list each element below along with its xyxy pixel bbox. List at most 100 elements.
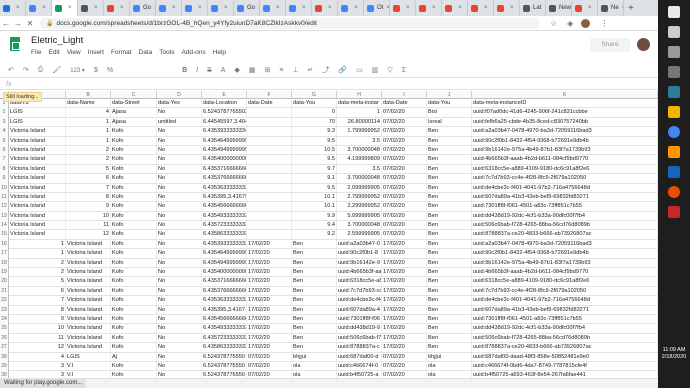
table-cell[interactable]: Kofo bbox=[111, 314, 157, 325]
table-cell[interactable]: 2.299999952 bbox=[337, 202, 382, 212]
tab-close-icon[interactable]: × bbox=[68, 5, 72, 11]
table-cell[interactable]: 17/02/20 bbox=[247, 249, 292, 259]
forward-icon[interactable]: → bbox=[12, 19, 24, 28]
table-cell[interactable]: uuid:506c6bab-f728-4265-88ba-56cd76d8089… bbox=[472, 333, 658, 344]
table-cell[interactable]: untitled bbox=[157, 117, 202, 128]
table-cell[interactable]: Victoria Island bbox=[9, 221, 66, 231]
table-cell[interactable]: uuid:4b665b3f-aaab-4b2d-b611-084cf9bd977… bbox=[472, 155, 658, 165]
table-cell[interactable]: uuid:6318cc5e-a8 bbox=[337, 277, 382, 287]
table-cell[interactable]: 6.4358633333333334,3.41832499 bbox=[202, 230, 247, 240]
back-icon[interactable]: ← bbox=[0, 19, 12, 28]
table-cell[interactable]: Ben bbox=[292, 249, 337, 259]
table-cell[interactable]: uuid:9b16142e-975a-4b49-87b1-83f7a1739b9… bbox=[472, 145, 658, 156]
row-header[interactable]: 7 bbox=[0, 155, 9, 165]
row-header[interactable]: 9 bbox=[0, 174, 9, 184]
table-cell[interactable]: 17/02/20 bbox=[382, 249, 427, 259]
table-cell[interactable]: Ben bbox=[292, 268, 337, 278]
row-header[interactable]: 15 bbox=[0, 230, 9, 240]
table-cell[interactable]: uuid:dd438d19-92dc-4cf1-b33a-90dfc00f7fb… bbox=[472, 324, 658, 334]
table-cell[interactable] bbox=[247, 145, 292, 156]
table-cell[interactable]: 6.4357233333333334,3.41800833 bbox=[202, 221, 247, 231]
function-icon[interactable]: Σ bbox=[402, 67, 406, 74]
table-cell[interactable]: Ben bbox=[427, 230, 472, 240]
row-header[interactable]: 5 bbox=[0, 136, 9, 146]
rotate-icon[interactable]: ⤴ bbox=[322, 65, 329, 75]
table-cell[interactable] bbox=[247, 211, 292, 222]
table-cell[interactable]: Ben bbox=[427, 211, 472, 222]
table-cell[interactable]: 6 bbox=[66, 174, 111, 184]
table-cell[interactable]: Ben bbox=[427, 314, 472, 325]
table-cell[interactable]: 6.4354949999999995,3.4154350 bbox=[202, 145, 247, 156]
table-cell[interactable]: 9.2 bbox=[292, 230, 337, 240]
tab-close-icon[interactable]: × bbox=[42, 5, 46, 11]
tab-close-icon[interactable]: × bbox=[120, 5, 124, 11]
table-cell[interactable]: uuid:a2a03b47-0478-4970-ba3d-72059116bad… bbox=[472, 239, 658, 250]
table-cell[interactable]: Kofo bbox=[111, 258, 157, 269]
table-cell[interactable]: Victoria Island bbox=[66, 296, 111, 306]
table-cell[interactable]: 6.4353766666666667,3.41585833 bbox=[202, 174, 247, 184]
table-cell[interactable]: uuid:7c7d7b93-cc bbox=[337, 286, 382, 297]
table-cell[interactable]: No bbox=[157, 211, 202, 222]
table-cell[interactable]: 07/02/20 bbox=[247, 352, 292, 362]
table-cell[interactable] bbox=[247, 127, 292, 137]
table-cell[interactable]: Ben bbox=[427, 333, 472, 344]
zoom-select[interactable]: 123 ▾ bbox=[70, 67, 85, 74]
row-header[interactable]: 24 bbox=[0, 314, 9, 325]
row-header[interactable]: 26 bbox=[0, 333, 9, 344]
table-cell[interactable]: Victoria Island bbox=[9, 164, 66, 175]
filter-icon[interactable]: ▽ bbox=[387, 66, 392, 74]
table-cell[interactable] bbox=[247, 174, 292, 184]
table-cell[interactable]: 7 bbox=[66, 183, 111, 193]
table-cell[interactable]: No bbox=[157, 145, 202, 156]
table-cell[interactable]: uuid:506c6bab-f7 bbox=[337, 333, 382, 344]
browser-tab[interactable]: × bbox=[442, 0, 468, 16]
table-cell[interactable]: Ben bbox=[427, 155, 472, 165]
table-cell[interactable]: Kofo bbox=[111, 305, 157, 315]
row-header[interactable]: 8 bbox=[0, 164, 9, 175]
table-cell[interactable]: 07/02/20 bbox=[382, 183, 427, 193]
table-cell[interactable]: Victoria Island bbox=[66, 343, 111, 353]
browser-tab[interactable]: × bbox=[78, 0, 104, 16]
table-cell[interactable]: 6.435400000000000 bbox=[202, 268, 247, 278]
table-cell[interactable]: Kofo bbox=[111, 249, 157, 259]
table-cell[interactable]: 9.7 bbox=[292, 164, 337, 175]
table-cell[interactable]: Victoria Island bbox=[9, 202, 66, 212]
table-cell[interactable]: 1 bbox=[66, 136, 111, 146]
app-icon[interactable] bbox=[668, 66, 680, 78]
table-cell[interactable]: 6.4353633333333334,3.41672499 bbox=[202, 183, 247, 193]
table-cell[interactable]: 7 bbox=[9, 296, 66, 306]
tab-close-icon[interactable]: × bbox=[354, 5, 358, 11]
table-cell[interactable]: No bbox=[157, 324, 202, 334]
file-explorer-icon[interactable] bbox=[668, 106, 680, 118]
document-title[interactable]: Eletric_Light bbox=[31, 35, 83, 46]
tab-close-icon[interactable]: × bbox=[276, 5, 280, 11]
row-header[interactable]: 3 bbox=[0, 117, 9, 128]
table-cell[interactable]: 6.4354949999999 bbox=[202, 258, 247, 269]
table-cell[interactable]: Kofo bbox=[111, 174, 157, 184]
browser-tab[interactable]: × bbox=[52, 0, 78, 16]
table-cell[interactable]: data-Street bbox=[111, 99, 157, 109]
table-cell[interactable]: 3 bbox=[9, 371, 66, 378]
column-header[interactable]: G bbox=[292, 91, 337, 99]
table-cell[interactable]: Ben bbox=[427, 183, 472, 193]
table-cell[interactable]: ola bbox=[292, 371, 337, 378]
table-cell[interactable]: 17/02/20 bbox=[382, 305, 427, 315]
table-cell[interactable]: ola bbox=[292, 361, 337, 372]
browser-tab[interactable]: × bbox=[182, 0, 208, 16]
column-header[interactable]: D bbox=[157, 91, 202, 99]
table-cell[interactable]: Victoria Island bbox=[66, 333, 111, 344]
table-cell[interactable]: Kofo bbox=[111, 371, 157, 378]
table-cell[interactable]: Ben bbox=[427, 324, 472, 334]
redo-icon[interactable]: ↷ bbox=[23, 66, 29, 74]
table-cell[interactable]: Kofo bbox=[111, 183, 157, 193]
row-header[interactable]: 12 bbox=[0, 202, 9, 212]
table-cell[interactable]: No bbox=[157, 230, 202, 240]
tab-close-icon[interactable]: × bbox=[172, 5, 176, 11]
table-cell[interactable]: 07/02/20 bbox=[247, 371, 292, 378]
table-cell[interactable]: V.I bbox=[66, 371, 111, 378]
table-cell[interactable]: 0 bbox=[292, 108, 337, 118]
table-cell[interactable]: 07/02/20 bbox=[382, 164, 427, 175]
table-cell[interactable]: No bbox=[157, 108, 202, 118]
table-cell[interactable]: 6.524378776550293,3.37920594 bbox=[202, 108, 247, 118]
row-header[interactable]: 10 bbox=[0, 183, 9, 193]
